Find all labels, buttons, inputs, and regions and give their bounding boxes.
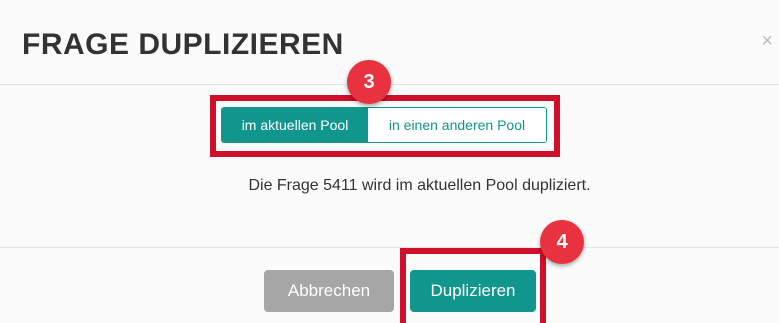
close-icon[interactable]: × xyxy=(761,30,773,53)
duplicate-button[interactable]: Duplizieren xyxy=(410,270,536,312)
option-current-pool[interactable]: im aktuellen Pool xyxy=(222,108,368,142)
step-badge-4: 4 xyxy=(540,220,584,264)
dialog-header: FRAGE DUPLIZIEREN × xyxy=(0,0,779,85)
dialog-footer: Abbrechen Duplizieren xyxy=(0,247,779,323)
duplicate-question-dialog: FRAGE DUPLIZIEREN × im aktuellen Pool in… xyxy=(0,0,779,323)
dialog-title: FRAGE DUPLIZIEREN xyxy=(22,28,344,61)
duplicate-message: Die Frage 5411 wird im aktuellen Pool du… xyxy=(248,177,591,194)
dialog-body: im aktuellen Pool in einen anderen Pool … xyxy=(0,85,779,247)
cancel-button[interactable]: Abbrechen xyxy=(264,270,394,312)
option-other-pool[interactable]: in einen anderen Pool xyxy=(368,108,546,142)
step-badge-3: 3 xyxy=(347,60,391,104)
pool-target-toggle: im aktuellen Pool in einen anderen Pool xyxy=(221,107,547,143)
